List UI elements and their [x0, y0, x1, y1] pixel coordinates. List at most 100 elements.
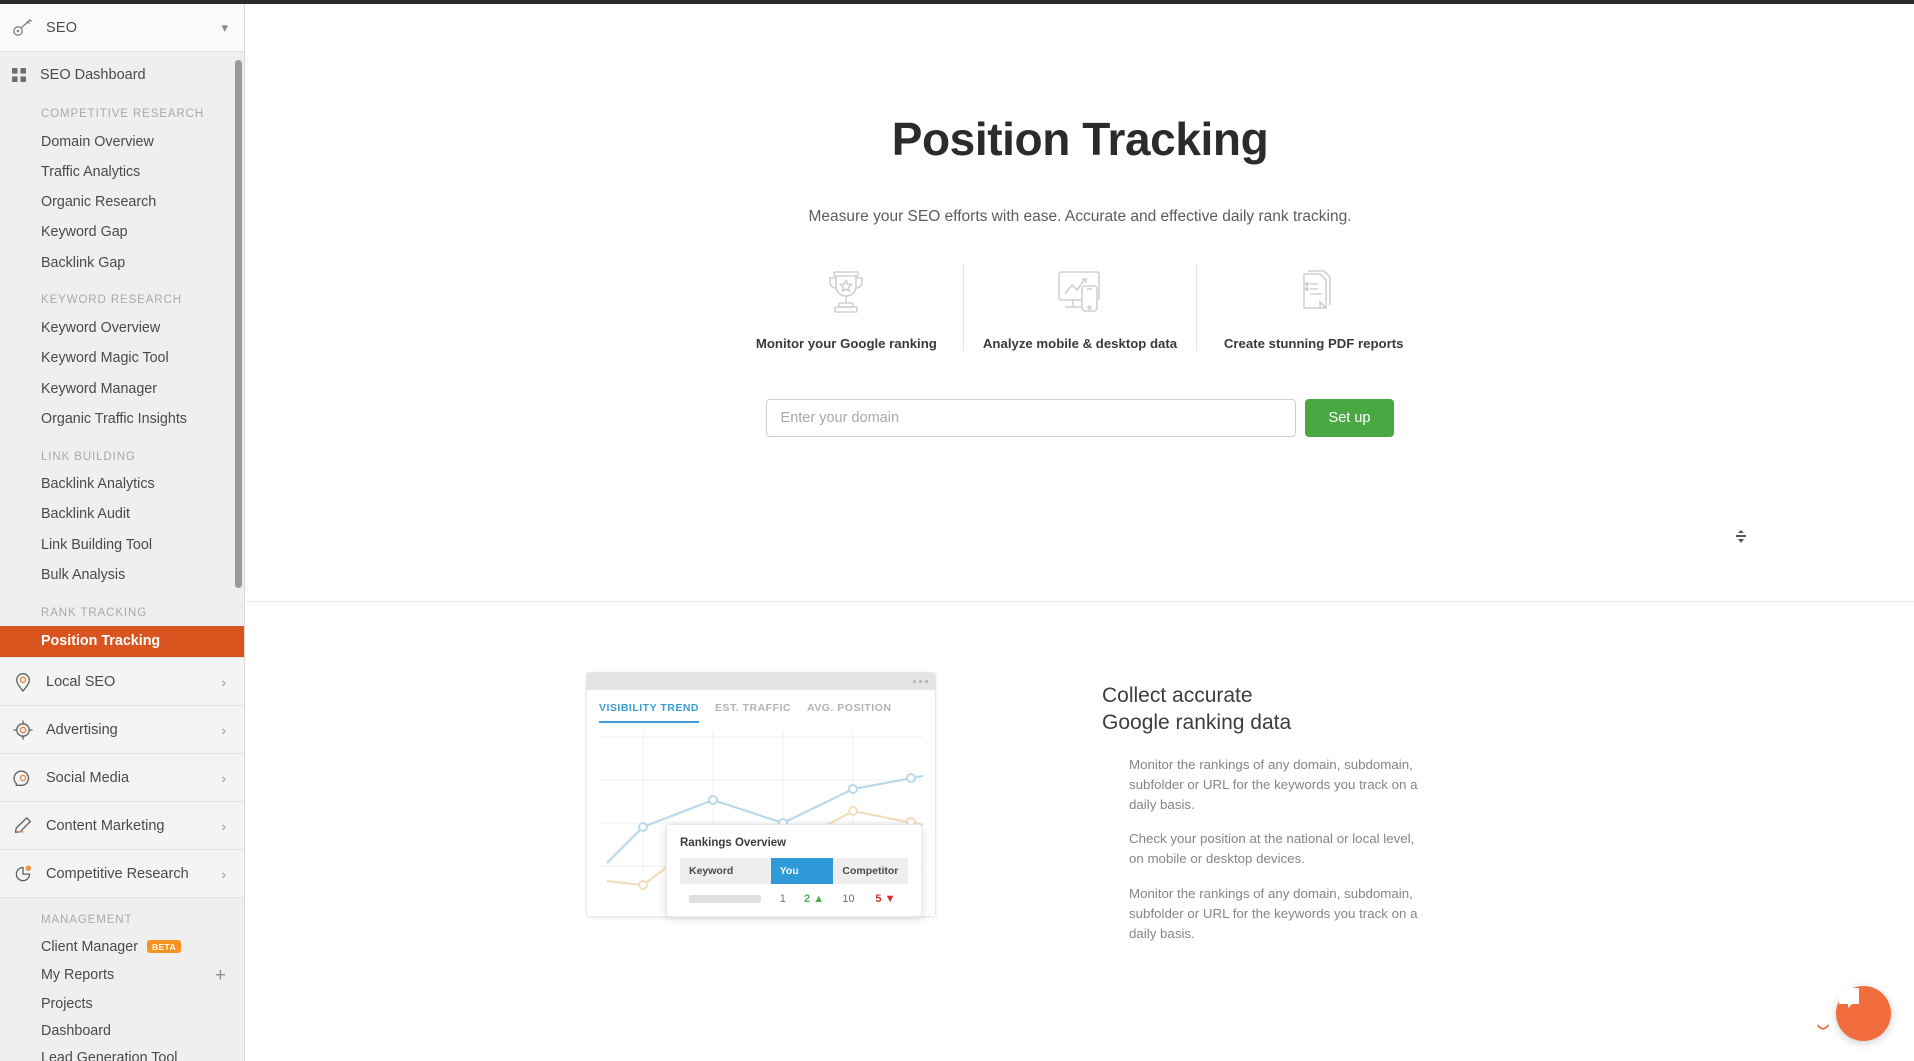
feature-heading-line1: Collect accurate	[1102, 684, 1253, 707]
chevron-right-icon: ›	[221, 721, 226, 738]
hero-section: Position Tracking Measure your SEO effor…	[246, 4, 1914, 437]
sidebar-item-backlink-audit[interactable]: Backlink Audit	[0, 500, 244, 530]
feature-bullet-list: Monitor the rankings of any domain, subd…	[1102, 755, 1432, 945]
sidebar-item-lead-generation-tool[interactable]: Lead Generation Tool	[0, 1044, 244, 1061]
sidebar: SEO ▾ SEO Dashboard COMPETITIVE RESEARCH…	[0, 4, 245, 1061]
sidebar-item-position-tracking[interactable]: Position Tracking	[0, 625, 244, 658]
list-item: Check your position at the national or l…	[1129, 831, 1415, 867]
resize-handle-icon[interactable]	[1735, 530, 1747, 544]
cell-competitor-previous: 10	[842, 893, 855, 905]
arrow-up-icon: ▲	[813, 893, 825, 905]
sidebar-item-domain-overview[interactable]: Domain Overview	[0, 127, 244, 157]
sidebar-item-label: My Reports	[41, 967, 115, 984]
sidebar-item-seo-dashboard[interactable]: SEO Dashboard	[0, 58, 244, 92]
pencil-icon	[12, 815, 34, 837]
sidebar-item-label: Local SEO	[46, 673, 116, 690]
sidebar-scrollbar[interactable]	[235, 60, 242, 588]
column-header-keyword: Keyword	[680, 858, 771, 884]
feature-label: Monitor your Google ranking	[755, 336, 937, 351]
window-dot-icon	[925, 680, 928, 683]
sidebar-item-link-building-tool[interactable]: Link Building Tool	[0, 530, 244, 560]
sidebar-group-link-building: LINK BUILDING	[41, 450, 136, 463]
sidebar-item-label: Lead Generation Tool	[41, 1049, 178, 1061]
sidebar-group-rank-tracking: RANK TRACKING	[41, 606, 148, 619]
mock-tab-avg-position[interactable]: AVG. POSITION	[807, 702, 891, 723]
feature-label: Create stunning PDF reports	[1223, 336, 1404, 351]
sidebar-item-label: Competitive Research	[46, 865, 189, 882]
competitor-current-value: 5	[875, 893, 882, 905]
sidebar-group-competitive-research: COMPETITIVE RESEARCH	[41, 108, 205, 120]
sidebar-item-keyword-magic-tool[interactable]: Keyword Magic Tool	[0, 344, 244, 374]
mock-tab-visibility-trend[interactable]: VISIBILITY TREND	[599, 702, 699, 723]
product-screenshot-mockup: VISIBILITY TREND EST. TRAFFIC AVG. POSIT…	[586, 672, 986, 972]
sidebar-item-label: Projects	[41, 995, 93, 1012]
feature-detail-section: VISIBILITY TREND EST. TRAFFIC AVG. POSIT…	[246, 602, 1914, 972]
window-dot-icon	[919, 680, 922, 683]
feature-heading: Collect accurate Google ranking data	[1102, 682, 1432, 737]
sidebar-scroll-area: SEO Dashboard COMPETITIVE RESEARCH Domai…	[0, 52, 244, 658]
cell-competitor-current: 5 ▼	[866, 884, 908, 905]
setup-button[interactable]: Set up	[1304, 399, 1395, 437]
rankings-overview-tooltip: Rankings Overview Keyword You Competitor	[666, 824, 922, 917]
domain-setup-form: Set up	[246, 399, 1914, 437]
sidebar-item-local-seo[interactable]: Local SEO ›	[0, 657, 244, 706]
sidebar-item-backlink-analytics[interactable]: Backlink Analytics	[0, 470, 244, 500]
window-dot-icon	[913, 680, 916, 683]
sidebar-item-keyword-gap[interactable]: Keyword Gap	[0, 218, 244, 248]
intercom-chat-icon	[1817, 985, 1891, 1043]
domain-input[interactable]	[765, 399, 1296, 437]
sidebar-item-projects[interactable]: Projects	[0, 990, 244, 1017]
sidebar-item-social-media[interactable]: Social Media ›	[0, 753, 244, 802]
feature-list: Monitor your Google ranking Analyze mobi…	[730, 264, 1430, 351]
sidebar-item-label: Content Marketing	[46, 817, 165, 834]
chevron-right-icon: ›	[221, 769, 226, 786]
column-header-you: You	[770, 858, 834, 884]
sidebar-item-keyword-overview[interactable]: Keyword Overview	[0, 313, 244, 343]
map-pin-icon	[12, 671, 34, 693]
you-current-value: 2	[804, 893, 811, 905]
pie-chart-icon	[12, 863, 34, 885]
sidebar-header-title: SEO	[46, 19, 78, 36]
sidebar-item-keyword-manager[interactable]: Keyword Manager	[0, 374, 244, 404]
chat-bubble-icon	[12, 767, 34, 789]
chat-launcher-button[interactable]	[1817, 985, 1891, 1043]
sidebar-item-advertising[interactable]: Advertising ›	[0, 705, 244, 754]
trophy-icon	[822, 264, 870, 320]
cell-you-previous: 1	[779, 893, 786, 905]
feature-copy-block: Collect accurate Google ranking data Mon…	[1102, 672, 1432, 972]
sidebar-item-dashboard[interactable]: Dashboard	[0, 1017, 244, 1044]
sidebar-item-client-manager[interactable]: Client Manager BETA	[0, 933, 244, 960]
sidebar-item-my-reports[interactable]: My Reports +	[0, 960, 244, 990]
mock-window-titlebar	[587, 673, 935, 690]
sidebar-item-competitive-research[interactable]: Competitive Research ›	[0, 849, 244, 898]
mock-tab-est-traffic[interactable]: EST. TRAFFIC	[715, 702, 791, 723]
monitor-mobile-chart-icon	[1053, 264, 1107, 320]
sidebar-item-traffic-analytics[interactable]: Traffic Analytics	[0, 157, 244, 187]
sidebar-item-organic-traffic-insights[interactable]: Organic Traffic Insights	[0, 404, 244, 434]
sidebar-item-backlink-gap[interactable]: Backlink Gap	[0, 248, 244, 278]
chevron-down-icon[interactable]: ▾	[221, 20, 228, 36]
sidebar-item-label: Client Manager	[41, 938, 138, 955]
sidebar-item-bulk-analysis[interactable]: Bulk Analysis	[0, 561, 244, 591]
status-badge: BETA	[146, 939, 182, 954]
documents-icon	[1290, 264, 1338, 320]
cell-you-current: 2 ▲	[795, 884, 833, 905]
key-icon	[12, 18, 34, 38]
feature-label: Analyze mobile & desktop data	[982, 336, 1178, 351]
table-row: 1 2 ▲ 10 5 ▼	[680, 884, 908, 905]
chevron-right-icon: ›	[221, 673, 226, 690]
sidebar-item-content-marketing[interactable]: Content Marketing ›	[0, 801, 244, 850]
hero-subtitle: Measure your SEO efforts with ease. Accu…	[808, 208, 1352, 225]
sidebar-item-label: Advertising	[46, 721, 118, 738]
feature-heading-line2: Google ranking data	[1102, 711, 1292, 735]
cell-keyword-placeholder	[680, 884, 771, 905]
add-report-button[interactable]: +	[215, 966, 226, 985]
tooltip-title: Rankings Overview	[680, 837, 787, 849]
list-item: Monitor the rankings of any domain, subd…	[1129, 885, 1418, 942]
keyword-placeholder-bar	[689, 895, 761, 903]
sidebar-header-seo[interactable]: SEO ▾	[0, 4, 244, 52]
sidebar-item-organic-research[interactable]: Organic Research	[0, 188, 244, 218]
main-content: Position Tracking Measure your SEO effor…	[246, 4, 1914, 1061]
grid-icon	[12, 68, 26, 82]
sidebar-item-label: SEO Dashboard	[40, 67, 146, 83]
